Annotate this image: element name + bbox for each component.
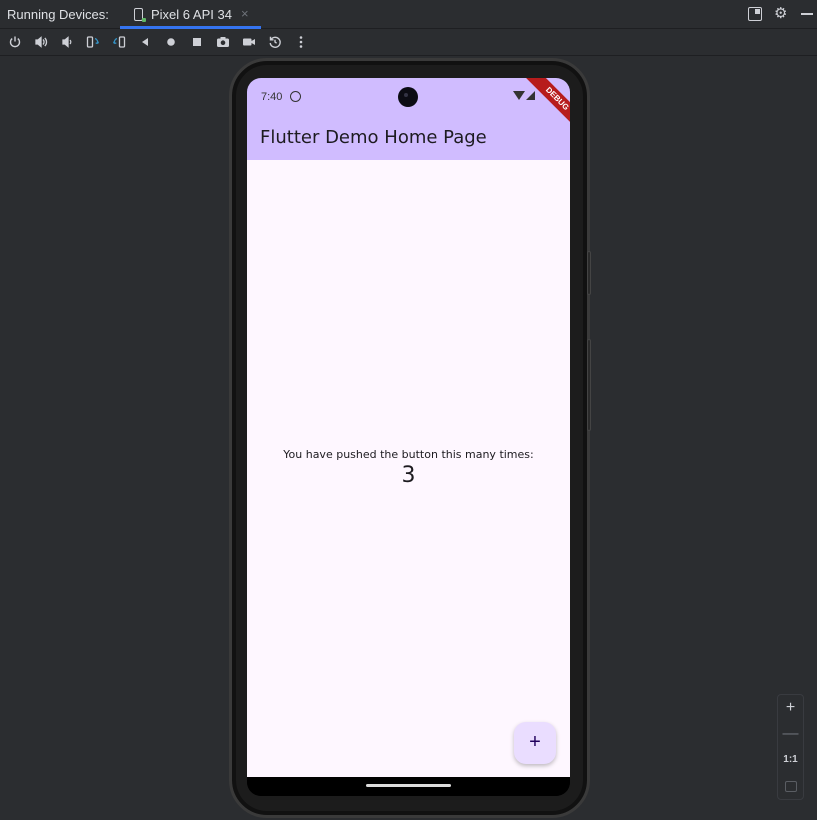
tool-window-header: Running Devices: Pixel 6 API 34 × ⚙	[0, 0, 817, 29]
zoom-controls: + — 1:1	[777, 694, 804, 800]
wifi-icon	[513, 91, 525, 100]
tab-label: Pixel 6 API 34	[151, 7, 232, 22]
zoom-in-button[interactable]: +	[778, 695, 803, 721]
home-icon[interactable]	[163, 34, 179, 50]
screenshot-icon[interactable]	[215, 34, 231, 50]
front-camera	[398, 87, 418, 107]
status-bar: 7:40	[247, 78, 570, 114]
gear-icon[interactable]: ⚙	[774, 6, 788, 21]
device-volume-button[interactable]	[587, 339, 591, 431]
increment-button[interactable]: +	[514, 722, 556, 764]
close-tab-icon[interactable]: ×	[241, 6, 249, 21]
home-indicator[interactable]	[366, 784, 451, 787]
counter-message: You have pushed the button this many tim…	[283, 448, 534, 461]
tab-pixel-6-api-34[interactable]: Pixel 6 API 34 ×	[120, 0, 261, 29]
device-toolbar	[0, 29, 817, 56]
device-screen[interactable]: 7:40 Flutter Demo Home Page DEBUG You ha…	[247, 78, 570, 796]
actual-size-button[interactable]: 1:1	[778, 747, 803, 773]
volume-down-icon[interactable]	[59, 34, 75, 50]
phone-device-icon	[134, 8, 146, 22]
overview-icon[interactable]	[189, 34, 205, 50]
app-bar: 7:40 Flutter Demo Home Page	[247, 78, 570, 160]
notification-icon	[290, 91, 301, 102]
power-icon[interactable]	[7, 34, 23, 50]
fit-screen-icon[interactable]	[785, 781, 797, 792]
zoom-out-button[interactable]: —	[778, 721, 803, 747]
panel-title: Running Devices:	[7, 7, 109, 22]
rotate-left-icon[interactable]	[85, 34, 101, 50]
status-time: 7:40	[261, 91, 283, 103]
volume-up-icon[interactable]	[33, 34, 49, 50]
page-title: Flutter Demo Home Page	[260, 127, 487, 148]
cell-signal-icon	[526, 91, 535, 100]
screen-record-icon[interactable]	[241, 34, 257, 50]
app-body: You have pushed the button this many tim…	[247, 160, 570, 777]
gesture-nav-bar	[247, 777, 570, 796]
counter-value: 3	[401, 463, 416, 488]
minimize-icon[interactable]	[800, 7, 814, 21]
more-icon[interactable]	[293, 34, 309, 50]
rotate-right-icon[interactable]	[111, 34, 127, 50]
layout-icon[interactable]	[748, 7, 762, 21]
reset-icon[interactable]	[267, 34, 283, 50]
back-icon[interactable]	[137, 34, 153, 50]
device-power-button[interactable]	[587, 251, 591, 295]
